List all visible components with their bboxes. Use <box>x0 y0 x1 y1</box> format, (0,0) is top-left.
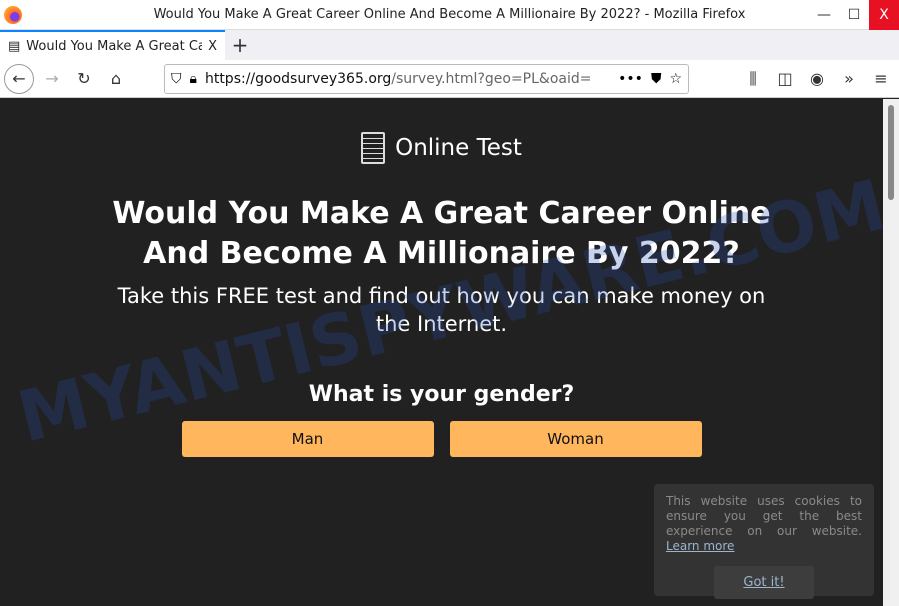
url-bar[interactable]: ⛉ 🔒︎ https://goodsurvey365.org/survey.ht… <box>164 63 689 94</box>
navigation-toolbar: ← → ↻ ⌂ ⛉ 🔒︎ https://goodsurvey365.org/s… <box>0 60 899 98</box>
window-titlebar: Would You Make A Great Career Online And… <box>0 0 899 30</box>
learn-more-link[interactable]: Learn more <box>666 539 734 553</box>
got-it-button[interactable]: Got it! <box>714 566 814 599</box>
pocket-icon[interactable]: ⛊ <box>651 71 662 87</box>
checklist-icon <box>361 132 386 164</box>
home-button[interactable]: ⌂ <box>102 65 130 93</box>
lock-icon[interactable]: 🔒︎ <box>190 71 197 87</box>
brand: Online Test <box>0 132 883 164</box>
subtitle: Take this FREE test and find out how you… <box>117 284 766 336</box>
page-icon: ▤ <box>8 38 21 54</box>
tab-label: Would You Make A Great Career Online And… <box>26 38 203 54</box>
question: What is your gender? <box>308 382 575 407</box>
close-window-button[interactable]: X <box>869 0 899 30</box>
forward-button[interactable]: → <box>38 65 66 93</box>
tab-bar: ▤ Would You Make A Great Career Online A… <box>0 30 899 60</box>
sidebar-icon[interactable]: ◫ <box>771 65 799 93</box>
maximize-button[interactable]: ☐ <box>839 0 869 30</box>
page-actions-button[interactable]: ••• <box>618 71 643 87</box>
window-title: Would You Make A Great Career Online And… <box>153 7 746 22</box>
man-button[interactable]: Man <box>181 421 434 457</box>
minimize-button[interactable]: — <box>809 0 839 30</box>
new-tab-button[interactable]: + <box>225 30 255 60</box>
brand-name: Online Test <box>395 135 522 161</box>
overflow-chevron-icon[interactable]: » <box>835 65 863 93</box>
bookmark-star-icon[interactable]: ☆ <box>669 71 682 87</box>
tab-active[interactable]: ▤ Would You Make A Great Career Online A… <box>0 30 225 60</box>
reload-button[interactable]: ↻ <box>70 65 98 93</box>
library-icon[interactable]: ⫼ <box>739 65 767 93</box>
cookie-banner: This website uses cookies to ensure you … <box>654 484 874 599</box>
url-text[interactable]: https://goodsurvey365.org/survey.html?ge… <box>205 71 610 87</box>
tab-close-button[interactable]: X <box>208 39 217 54</box>
headline: Would You Make A Great Career Online And… <box>112 196 771 271</box>
account-icon[interactable]: ◉ <box>803 65 831 93</box>
woman-button[interactable]: Woman <box>449 421 702 457</box>
scrollbar-thumb[interactable] <box>888 105 894 200</box>
cookie-text: This website uses cookies to ensure you … <box>666 494 862 538</box>
menu-icon[interactable]: ≡ <box>867 65 895 93</box>
scrollbar[interactable] <box>883 99 899 606</box>
back-button[interactable]: ← <box>4 63 34 94</box>
shield-icon[interactable]: ⛉ <box>171 71 182 87</box>
firefox-logo-icon <box>4 5 22 24</box>
